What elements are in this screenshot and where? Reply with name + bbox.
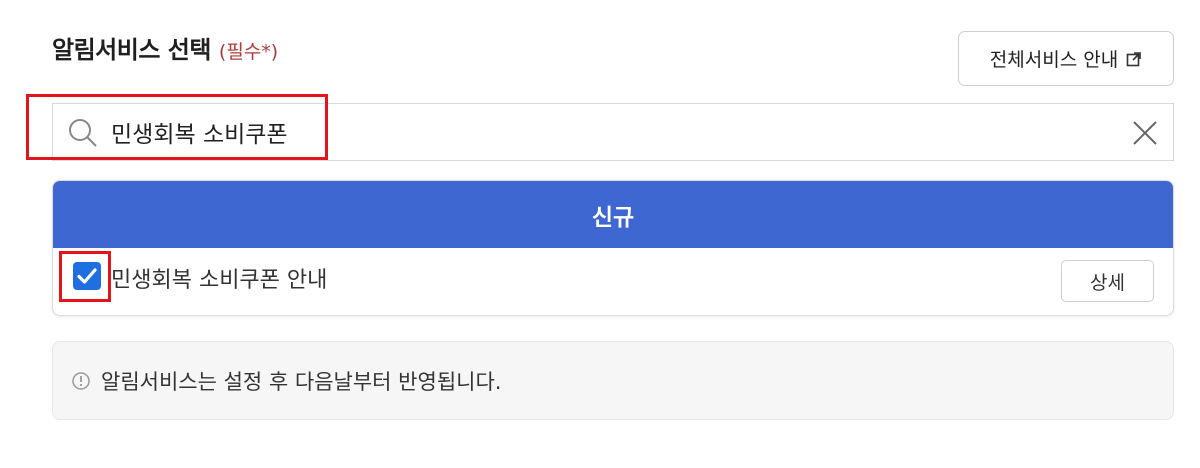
- service-list-panel: 신규 민생회복 소비쿠폰 안내 상세: [52, 180, 1174, 316]
- detail-button[interactable]: 상세: [1061, 260, 1154, 302]
- external-link-icon: [1126, 51, 1142, 66]
- detail-button-label: 상세: [1090, 271, 1125, 294]
- list-item: 민생회복 소비쿠폰 안내 상세: [53, 248, 1173, 315]
- panel-header: 신규: [53, 181, 1173, 248]
- section-title: 알림서비스 선택: [52, 36, 211, 64]
- notice-text: 알림서비스는 설정 후 다음날부터 반영됩니다.: [101, 369, 502, 394]
- service-item-label[interactable]: 민생회복 소비쿠폰 안내: [111, 262, 327, 294]
- search-highlight-box: [26, 94, 328, 160]
- notice-box: 알림서비스는 설정 후 다음날부터 반영됩니다.: [52, 341, 1174, 420]
- checkbox-highlight-box: [59, 251, 111, 302]
- all-services-label: 전체서비스 안내: [989, 49, 1119, 71]
- all-services-button[interactable]: 전체서비스 안내: [958, 31, 1174, 86]
- required-marker: (필수*): [218, 41, 279, 63]
- info-icon: [72, 371, 90, 390]
- close-icon[interactable]: [1131, 119, 1159, 147]
- panel-header-label: 신규: [591, 204, 635, 231]
- section-header: 알림서비스 선택 (필수*): [52, 30, 278, 65]
